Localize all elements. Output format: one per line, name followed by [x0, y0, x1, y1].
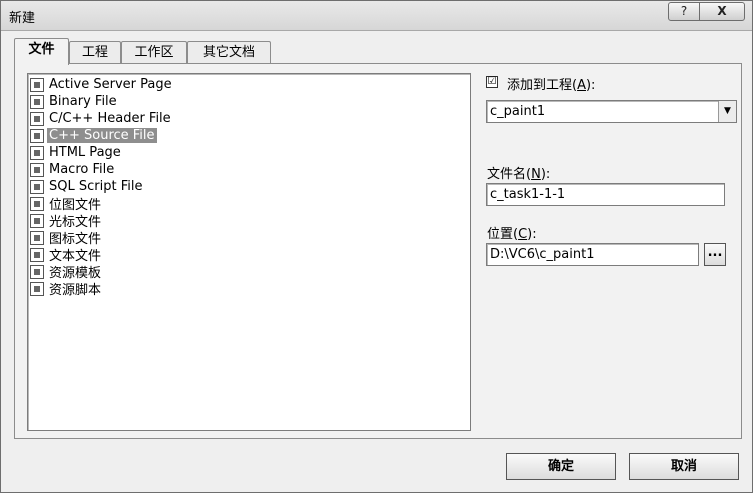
- list-item[interactable]: SQL Script File: [30, 178, 144, 195]
- cancel-button[interactable]: 取消: [629, 453, 739, 480]
- label-text: ):: [540, 167, 551, 182]
- list-item[interactable]: Binary File: [30, 93, 119, 110]
- sql-file-icon: [30, 179, 44, 194]
- icon-file-icon: [30, 230, 44, 245]
- tab-projects[interactable]: 工程: [69, 41, 121, 64]
- html-file-icon: [30, 145, 44, 160]
- asp-file-icon: [30, 77, 44, 92]
- title-bar: 新建 ? X: [1, 1, 752, 31]
- list-item[interactable]: HTML Page: [30, 144, 123, 161]
- label-text: 位置(: [487, 227, 519, 242]
- add-to-project-checkbox[interactable]: ☑: [486, 76, 498, 88]
- tab-files[interactable]: 文件: [14, 38, 69, 65]
- chevron-down-icon[interactable]: ▼: [718, 101, 736, 122]
- list-item[interactable]: Active Server Page: [30, 76, 174, 93]
- file-name-label: 文件名(N):: [487, 163, 550, 182]
- list-item[interactable]: C/C++ Header File: [30, 110, 173, 127]
- list-item-label: Macro File: [49, 162, 115, 177]
- label-accelerator: N: [531, 167, 541, 182]
- label-text: 添加到工程(: [507, 78, 578, 93]
- window-title: 新建: [9, 11, 36, 26]
- header-file-icon: [30, 111, 44, 126]
- list-item[interactable]: 资源脚本: [30, 280, 103, 298]
- macro-file-icon: [30, 162, 44, 177]
- list-item-label: C/C++ Header File: [49, 111, 171, 126]
- list-item-label: C++ Source File: [47, 128, 157, 143]
- ok-button[interactable]: 确定: [506, 453, 616, 480]
- label-accelerator: C: [518, 227, 528, 242]
- list-item-label: Binary File: [49, 94, 117, 109]
- help-button[interactable]: ?: [668, 2, 700, 21]
- tab-workspaces[interactable]: 工作区: [121, 41, 187, 64]
- label-text: ):: [585, 78, 596, 93]
- list-item[interactable]: 文本文件: [30, 246, 103, 264]
- label-text: ):: [527, 227, 537, 242]
- text-file-icon: [30, 247, 44, 262]
- list-item-label: Active Server Page: [49, 77, 172, 92]
- list-item[interactable]: 图标文件: [30, 229, 103, 247]
- list-item[interactable]: 光标文件: [30, 212, 103, 230]
- resource-template-icon: [30, 264, 44, 279]
- file-type-list[interactable]: Active Server Page Binary File C/C++ Hea…: [27, 73, 471, 431]
- tab-other-documents[interactable]: 其它文档: [187, 41, 271, 64]
- cursor-file-icon: [30, 213, 44, 228]
- location-label: 位置(C):: [487, 223, 537, 242]
- project-select[interactable]: c_paint1 ▼: [486, 100, 737, 123]
- binary-file-icon: [30, 94, 44, 109]
- project-select-value: c_paint1: [490, 104, 546, 119]
- label-accelerator: A: [577, 78, 586, 93]
- bitmap-file-icon: [30, 196, 44, 211]
- label-text: 文件名(: [487, 167, 532, 182]
- browse-button[interactable]: ...: [704, 243, 726, 266]
- list-item-selected[interactable]: C++ Source File: [30, 127, 157, 144]
- list-item-label: 资源脚本: [49, 283, 102, 298]
- list-item[interactable]: 资源模板: [30, 263, 103, 281]
- resource-script-icon: [30, 281, 44, 296]
- list-item-label: SQL Script File: [49, 179, 143, 194]
- location-input[interactable]: D:\VC6\c_paint1: [486, 243, 699, 266]
- list-item-label: HTML Page: [49, 145, 121, 160]
- file-name-input[interactable]: c_task1-1-1: [486, 183, 725, 206]
- cpp-file-icon: [30, 128, 44, 143]
- list-item[interactable]: Macro File: [30, 161, 116, 178]
- list-item[interactable]: 位图文件: [30, 195, 103, 213]
- close-button[interactable]: X: [699, 2, 745, 21]
- add-to-project-label: 添加到工程(A):: [507, 74, 595, 93]
- new-dialog: 新建 ? X 文件 工程 工作区 其它文档 Active Server Page…: [0, 0, 753, 493]
